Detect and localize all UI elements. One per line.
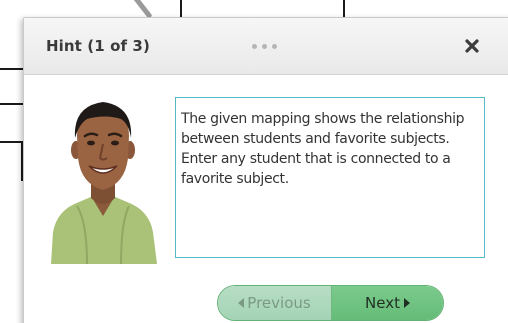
close-icon	[465, 39, 479, 53]
background-diagram-line	[132, 0, 153, 19]
previous-button[interactable]: Previous	[218, 286, 332, 320]
background-table-line	[343, 0, 345, 17]
hint-text: The given mapping shows the relationship…	[181, 111, 465, 187]
drag-handle-icon[interactable]	[252, 44, 277, 49]
drag-dot	[262, 44, 267, 49]
next-button[interactable]: Next	[332, 286, 443, 320]
background-table-line	[180, 0, 182, 17]
chevron-right-icon	[403, 298, 410, 308]
dialog-header[interactable]: Hint (1 of 3)	[24, 18, 508, 75]
chevron-left-icon	[238, 298, 245, 308]
background-table-line	[0, 103, 23, 105]
drag-dot	[252, 44, 257, 49]
screen: Hint (1 of 3) The given mapping shows th…	[0, 0, 508, 323]
tutor-avatar-icon	[51, 102, 157, 264]
hint-dialog: Hint (1 of 3) The given mapping shows th…	[23, 17, 508, 323]
dialog-title: Hint (1 of 3)	[46, 37, 150, 55]
background-table-line	[0, 141, 23, 143]
drag-dot	[272, 44, 277, 49]
hint-navigation: Previous Next	[217, 285, 444, 321]
next-button-label: Next	[365, 294, 400, 312]
hint-text-box: The given mapping shows the relationship…	[175, 97, 485, 258]
background-table-line	[0, 68, 23, 70]
previous-button-label: Previous	[247, 294, 311, 312]
close-button[interactable]	[461, 35, 483, 57]
